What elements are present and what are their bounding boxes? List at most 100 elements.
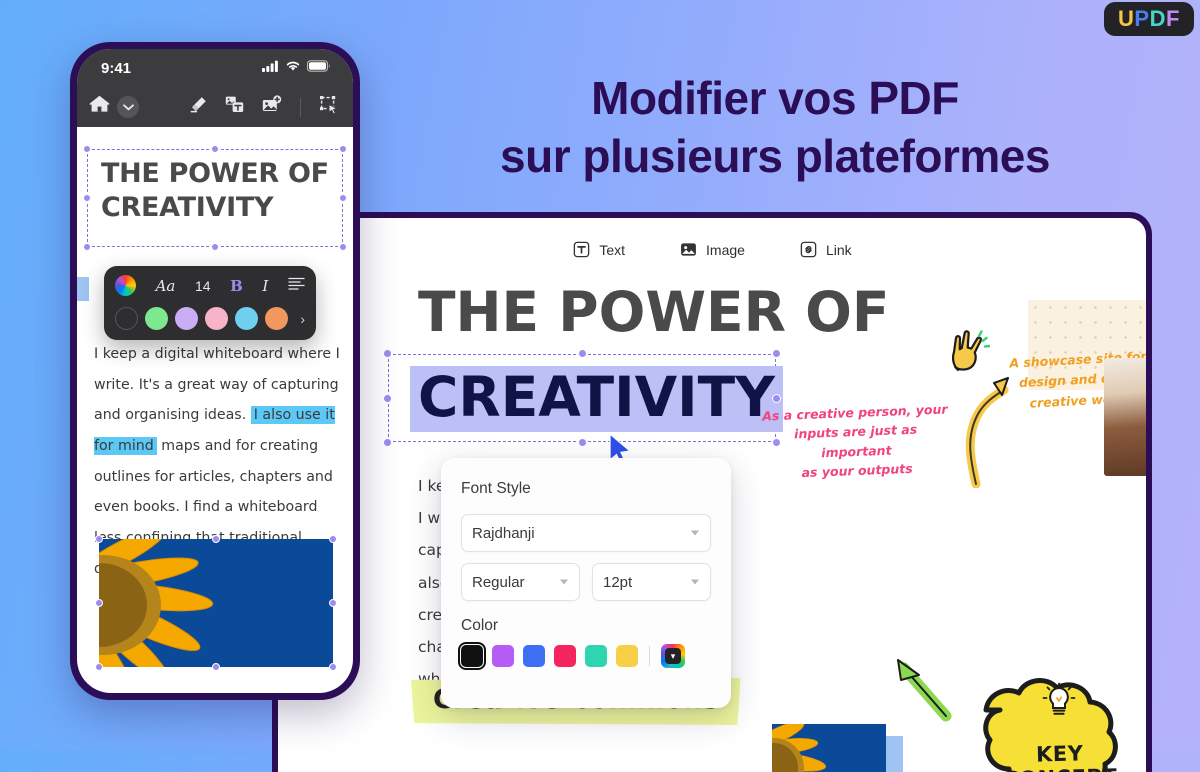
picker-chevron-icon: ▾ [665,648,681,664]
lightbulb-icon [1042,682,1076,727]
image-handle-w[interactable] [95,599,103,607]
color-swatch-purple[interactable] [492,645,514,667]
color-wheel-icon[interactable] [115,275,136,296]
color-swatch-row: ▾ [457,641,711,671]
font-style-title: Font Style [461,480,531,497]
image-handle-se[interactable] [329,663,337,671]
phone-toolbar [77,87,353,127]
chevron-down-icon [691,530,699,536]
toolbar-divider [300,97,301,117]
pink-annotation-note: As a creative person, your inputs are ju… [757,399,956,484]
resize-handle-e[interactable] [339,194,347,202]
resize-handle-s[interactable] [578,438,587,447]
resize-handle-w[interactable] [83,194,91,202]
font-size-value: 12pt [603,573,633,591]
resize-handle-s[interactable] [211,243,219,251]
green-arrow-up-icon [894,654,952,727]
phone-toolbar-left [89,94,139,120]
color-swatch-yellow[interactable] [616,645,638,667]
resize-handle-n[interactable] [578,349,587,358]
resize-handle-nw[interactable] [83,145,91,153]
text-box-icon[interactable] [225,95,245,119]
phone-title-selection[interactable]: THE POWER OF CREATIVITY [83,145,347,251]
tab-image-label: Image [706,241,745,258]
image-handle-sw[interactable] [95,663,103,671]
cloud-title: KEY CONCEPT [1003,741,1117,772]
cellular-signal-icon [262,59,279,77]
resize-handle-ne[interactable] [339,145,347,153]
logo-letter-f: F [1166,6,1180,31]
select-object-icon[interactable] [319,95,339,120]
font-weight-select[interactable]: Regular [461,563,580,601]
image-handle-nw[interactable] [95,535,103,543]
font-style-dialog: Font Style Rajdhanji Regular 12pt Color … [441,458,731,708]
resize-handle-sw[interactable] [83,243,91,251]
link-tool-icon [799,240,818,259]
chevron-down-icon[interactable] [117,96,139,118]
desktop-window: Text Image Link THE POWER OF CREATIVITY … [272,212,1152,772]
resize-handle-nw[interactable] [383,349,392,358]
image-handle-ne[interactable] [329,535,337,543]
bold-button[interactable]: B [230,277,243,295]
text-tool-icon [572,240,591,259]
curved-arrow-up-icon [946,370,1012,493]
swatch-dark[interactable] [115,307,138,330]
format-toolbar-row-2: › [115,307,305,330]
status-time: 9:41 [101,59,132,77]
image-handle-e[interactable] [329,599,337,607]
text-selection-box[interactable]: CREATIVITY [383,349,783,447]
sunflower-image-desktop[interactable] [772,724,886,772]
more-colors-chevron-icon[interactable]: › [300,311,305,327]
swatch-green[interactable] [145,307,168,330]
phone-image-selection[interactable] [95,535,337,671]
phone-toolbar-right [189,95,341,120]
headline-line-2: sur plusieurs plateformes [500,129,1050,182]
swatch-sky[interactable] [235,307,258,330]
swatch-divider [649,646,650,666]
logo-letter-p: P [1134,6,1150,31]
swatch-orange[interactable] [265,307,288,330]
resize-handle-se[interactable] [339,243,347,251]
image-handle-s[interactable] [212,663,220,671]
font-weight-value: Regular [472,573,525,591]
color-section-label: Color [461,617,499,634]
align-left-icon[interactable] [288,277,305,295]
add-image-icon[interactable] [262,95,282,119]
phone-document-title: THE POWER OF CREATIVITY [101,158,329,224]
battery-icon [306,59,331,77]
decorative-photo-strip [1104,358,1146,476]
phone-status-bar: 9:41 [77,49,353,87]
page-title: Modifier vos PDF sur plusieurs plateform… [380,70,1170,186]
updf-logo: UPDF [1104,2,1194,36]
key-concept-cloud: KEY CONCEPT This can be anything [946,670,1146,772]
desktop-toolbar: Text Image Link [278,240,1146,259]
rainbow-color-picker-icon[interactable]: ▾ [661,644,685,668]
font-size-value[interactable]: 14 [195,278,211,294]
phone-screen: 9:41 THE POWER OF CREATIVITY I keep a di… [77,49,353,693]
color-swatch-teal[interactable] [585,645,607,667]
color-swatch-red[interactable] [554,645,576,667]
color-swatch-black[interactable] [457,641,487,671]
resize-handle-sw[interactable] [383,438,392,447]
font-family-select[interactable]: Rajdhanji [461,514,711,552]
headline-line-1: Modifier vos PDF [591,72,959,124]
annotation-layer: As a creative person, your inputs are ju… [746,262,1146,772]
font-label[interactable]: Aa [156,277,176,295]
home-icon[interactable] [89,94,110,120]
sunflower-image-phone[interactable] [99,539,333,667]
swatch-lavender[interactable] [175,307,198,330]
status-icons [262,59,331,77]
swatch-pink[interactable] [205,307,228,330]
image-handle-n[interactable] [212,535,220,543]
font-size-select[interactable]: 12pt [592,563,711,601]
tab-link[interactable]: Link [799,240,852,259]
italic-button[interactable]: I [262,277,268,295]
color-swatch-blue[interactable] [523,645,545,667]
resize-handle-w[interactable] [383,394,392,403]
resize-handle-n[interactable] [211,145,219,153]
tab-text[interactable]: Text [572,240,625,259]
tab-text-label: Text [599,241,626,258]
highlighter-icon[interactable] [189,95,208,119]
tab-image[interactable]: Image [679,240,745,259]
logo-letter-u: U [1118,6,1135,31]
